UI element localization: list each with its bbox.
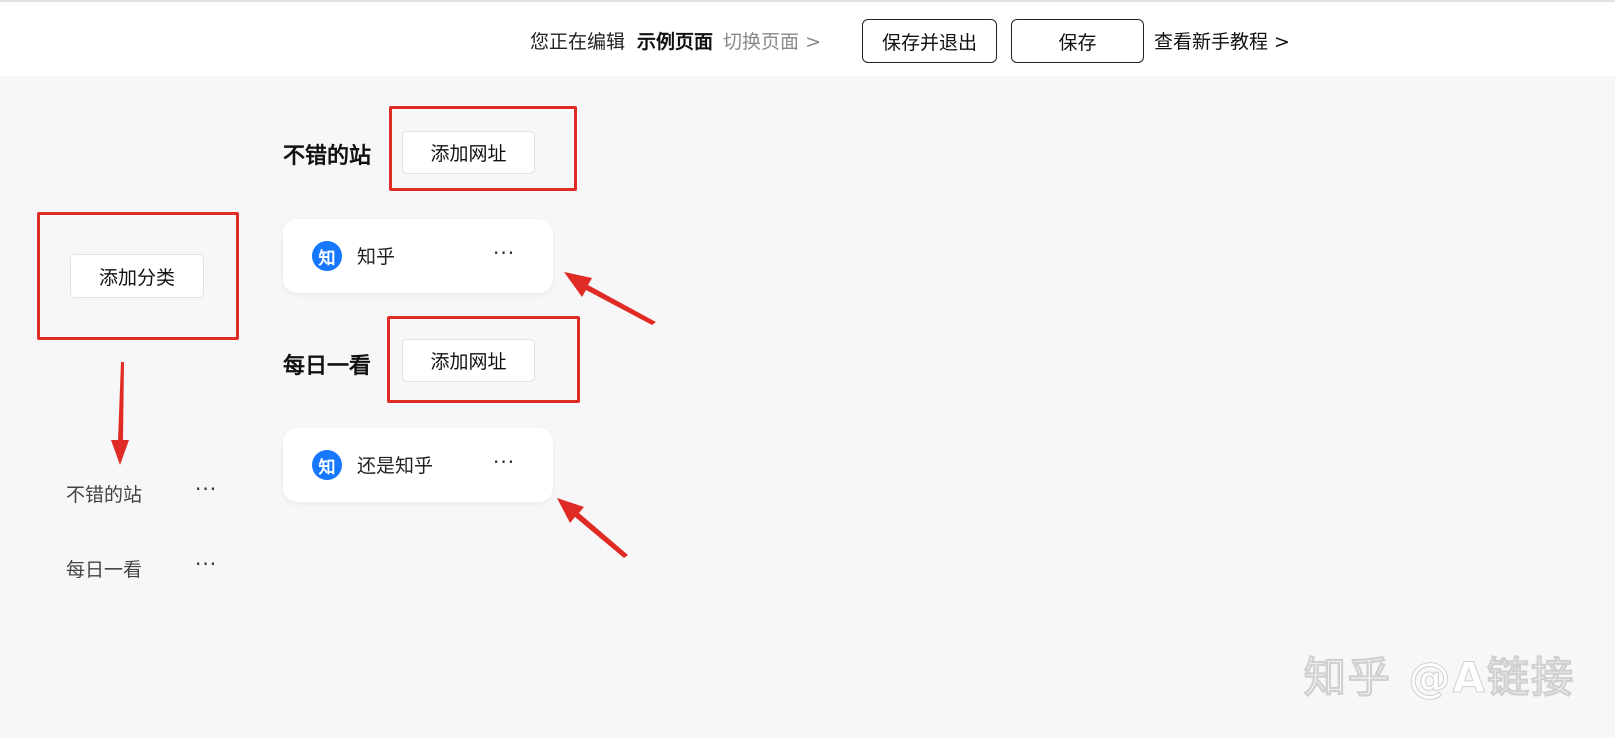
sidebar-item-daily[interactable]: 每日一看 ···: [66, 552, 226, 582]
more-options-icon[interactable]: ···: [195, 554, 217, 574]
page-name: 示例页面: [637, 31, 714, 53]
more-options-icon[interactable]: ···: [195, 479, 217, 499]
sidebar-item-label: 每日一看: [66, 559, 143, 581]
editing-label: 您正在编辑: [530, 31, 626, 53]
site-card[interactable]: 知 知乎 ···: [283, 219, 553, 293]
save-button[interactable]: 保存: [1011, 19, 1144, 63]
sidebar-item-good-sites[interactable]: 不错的站 ···: [66, 477, 226, 507]
zhihu-icon: 知: [312, 450, 342, 480]
site-name: 知乎: [357, 246, 396, 268]
annotation-box-add-url: [387, 316, 580, 403]
tutorial-link[interactable]: 查看新手教程 >: [1154, 29, 1290, 55]
section-title: 每日一看: [283, 354, 372, 379]
more-options-icon[interactable]: ···: [493, 243, 515, 263]
arrow-left-shape: [557, 498, 628, 558]
annotation-arrows: [111, 272, 656, 558]
arrow-down-shape: [111, 362, 129, 465]
save-exit-button[interactable]: 保存并退出: [862, 19, 997, 63]
section-title: 不错的站: [283, 144, 372, 169]
editing-status: 您正在编辑 示例页面 切换页面 >: [530, 29, 821, 55]
annotation-box-add-category: [37, 212, 239, 340]
site-name: 还是知乎: [357, 455, 434, 477]
site-card[interactable]: 知 还是知乎 ···: [283, 428, 553, 502]
sidebar-item-label: 不错的站: [66, 484, 143, 506]
more-options-icon[interactable]: ···: [493, 452, 515, 472]
top-bar: 您正在编辑 示例页面 切换页面 > 保存并退出 保存 查看新手教程 >: [0, 0, 1615, 76]
zhihu-icon: 知: [312, 241, 342, 271]
watermark: 知乎 @A链接: [1303, 653, 1575, 703]
annotation-box-add-url: [389, 106, 577, 191]
switch-page-link[interactable]: 切换页面 >: [723, 31, 821, 53]
